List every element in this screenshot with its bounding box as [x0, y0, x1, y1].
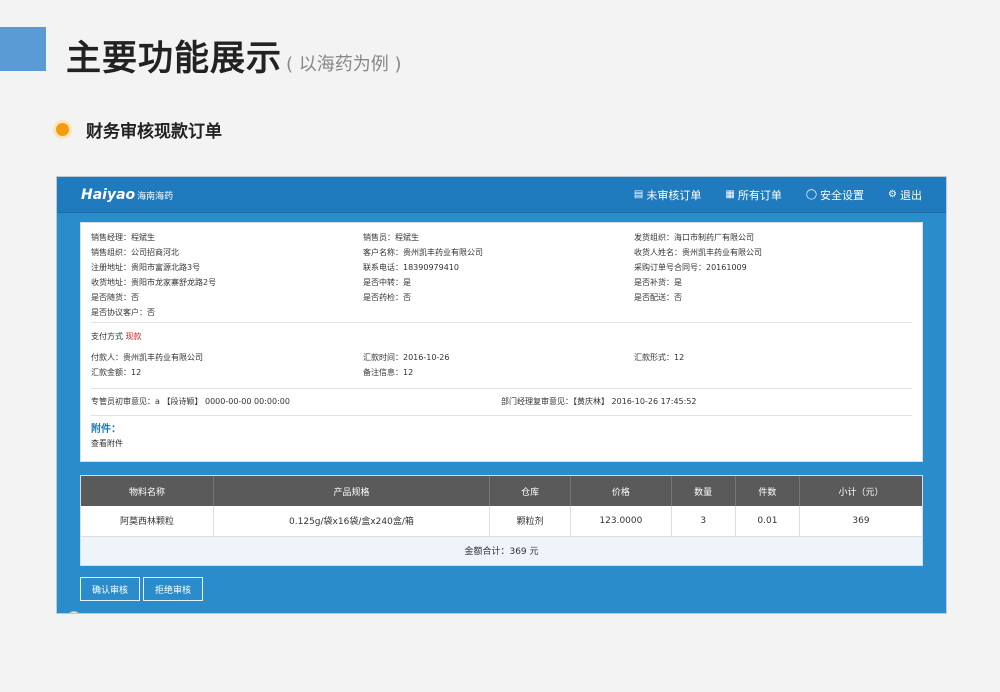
logo-text-en: Haiyao: [81, 186, 136, 203]
info-delivery: 是否配送：否: [634, 293, 682, 302]
info-agreement-customer: 是否协议客户：否: [91, 308, 155, 317]
shield-icon: ◯: [805, 189, 818, 200]
reject-button[interactable]: 拒绝审核: [143, 577, 204, 601]
cell-warehouse: 颗粒剂: [489, 506, 572, 536]
payment-value: 现款: [125, 332, 142, 341]
col-header-quantity: 数量: [671, 476, 736, 506]
haiyao-logo[interactable]: Haiyao 海南海药: [81, 187, 173, 203]
info-column-1: 销售经理：程斌生 销售组织：公司招商河北 注册地址：贵阳市富源北路3号 收货地址…: [91, 230, 216, 320]
slide-title-text: 主要功能展示: [66, 39, 283, 79]
info-ship-address: 收货地址：贵阳市龙家寨舒龙路2号: [91, 278, 217, 287]
slide-title: 主要功能展示( 以海药为例 ): [66, 30, 402, 81]
payment-col-1: 付款人：贵州凯丰药业有限公司 汇款金额：12: [91, 350, 203, 380]
payment-col-2: 汇款时间：2016-10-26 备注信息：12: [363, 350, 450, 380]
nav-label: 安全设置: [820, 188, 865, 202]
col-header-warehouse: 仓库: [489, 476, 572, 506]
section-heading: 财务审核现款订单: [56, 117, 222, 142]
payment-label: 支付方式: [91, 332, 123, 341]
info-sales-manager: 销售经理：程斌生: [91, 233, 155, 242]
info-with-goods: 是否随货：否: [91, 293, 139, 302]
view-attachment-link[interactable]: 查看附件: [91, 438, 912, 449]
nav-label: 退出: [900, 188, 922, 202]
order-items-table: 物料名称 产品规格 仓库 价格 数量 件数 小计（元） 阿莫西林颗粒 0.125…: [80, 475, 923, 566]
nav-unreviewed-orders[interactable]: ▤ 未审核订单: [634, 187, 701, 203]
info-column-3: 发货组织：海口市制药厂有限公司 收货人姓名：贵州凯丰药业有限公司 采购订单号合同…: [634, 230, 762, 305]
col-header-pieces: 件数: [735, 476, 801, 506]
table-row: 阿莫西林颗粒 0.125g/袋x16袋/盒x240盒/箱 颗粒剂 123.000…: [81, 506, 922, 536]
divider: [91, 415, 912, 416]
info-salesperson: 销售员：程斌生: [363, 233, 419, 242]
scroll-indicator[interactable]: [67, 611, 81, 613]
total-amount: 金额合计：369 元: [81, 535, 922, 565]
order-info-card: 销售经理：程斌生 销售组织：公司招商河北 注册地址：贵阳市富源北路3号 收货地址…: [80, 222, 923, 462]
table-total-row: 金额合计：369 元: [81, 535, 922, 565]
payment-method: 支付方式 现款: [91, 329, 912, 344]
table-header-row: 物料名称 产品规格 仓库 价格 数量 件数 小计（元）: [81, 476, 922, 506]
order-info-grid: 销售经理：程斌生 销售组织：公司招商河北 注册地址：贵阳市富源北路3号 收货地址…: [91, 230, 912, 318]
info-sales-org: 销售组织：公司招商河北: [91, 248, 179, 257]
col-header-price: 价格: [570, 476, 672, 506]
section-title: 财务审核现款订单: [86, 122, 222, 142]
info-drug-test: 是否药检：否: [363, 293, 411, 302]
nav-security-settings[interactable]: ◯ 安全设置: [806, 187, 864, 203]
cell-subtotal: 369: [852, 515, 870, 526]
nav-menu: ▤ 未审核订单 ▦ 所有订单 ◯ 安全设置 ⚙ 退出: [610, 187, 922, 203]
logo-text-cn: 海南海药: [137, 191, 174, 202]
info-transit: 是否中转：是: [363, 278, 411, 287]
review-actions: 确认审核 拒绝审核: [80, 577, 206, 601]
app-navbar: Haiyao 海南海药 ▤ 未审核订单 ▦ 所有订单 ◯ 安全设置 ⚙ 退出: [57, 177, 946, 213]
info-customer-name: 客户名称：贵州凯丰药业有限公司: [363, 248, 483, 257]
payment-col-3: 汇款形式：12: [634, 350, 684, 365]
info-reg-address: 注册地址：贵阳市富源北路3号: [91, 263, 201, 272]
info-phone: 联系电话：18390979410: [363, 263, 459, 272]
orders-icon: ▦: [725, 189, 735, 200]
app-screenshot: Haiyao 海南海药 ▤ 未审核订单 ▦ 所有订单 ◯ 安全设置 ⚙ 退出 销…: [56, 176, 947, 614]
col-header-subtotal: 小计（元）: [799, 476, 922, 506]
info-remit-form: 汇款形式：12: [634, 353, 685, 362]
document-icon: ▤: [633, 189, 644, 200]
info-remit-time: 汇款时间：2016-10-26: [363, 353, 450, 362]
review-opinions: 专管员初审意见：a 【段诗颖】 0000-00-00 00:00:00 部门经理…: [91, 393, 912, 411]
cell-material: 阿莫西林颗粒: [81, 506, 214, 536]
info-payer: 付款人：贵州凯丰药业有限公司: [91, 353, 203, 362]
info-po-number: 采购订单号合同号：20161009: [634, 263, 747, 272]
bullet-icon: [56, 123, 69, 136]
nav-all-orders[interactable]: ▦ 所有订单: [725, 187, 781, 203]
divider: [91, 388, 912, 389]
divider: [91, 322, 912, 323]
cell-quantity: 3: [671, 506, 736, 536]
info-remit-amount: 汇款金额：12: [91, 368, 142, 377]
info-receiver: 收货人姓名：贵州凯丰药业有限公司: [634, 248, 762, 257]
first-review-opinion: 专管员初审意见：a 【段诗颖】 0000-00-00 00:00:00: [91, 397, 290, 406]
power-icon: ⚙: [888, 189, 897, 200]
approve-button[interactable]: 确认审核: [80, 577, 141, 601]
col-header-material: 物料名称: [81, 476, 214, 506]
nav-logout[interactable]: ⚙ 退出: [888, 187, 922, 203]
nav-label: 所有订单: [737, 188, 782, 202]
info-restock: 是否补货：是: [634, 278, 682, 287]
slide-subtitle: ( 以海药为例 ): [286, 54, 402, 75]
attachment-title: 附件：: [91, 424, 121, 435]
info-remark: 备注信息：12: [363, 368, 414, 377]
cell-price: 123.0000: [570, 506, 672, 536]
cell-spec: 0.125g/袋x16袋/盒x240盒/箱: [213, 506, 490, 536]
second-review-opinion: 部门经理复审意见：【黄庆林】 2016-10-26 17:45:52: [501, 397, 697, 406]
info-column-2: 销售员：程斌生 客户名称：贵州凯丰药业有限公司 联系电话：18390979410…: [363, 230, 483, 305]
col-header-spec: 产品规格: [213, 476, 490, 506]
cell-pieces: 0.01: [735, 506, 801, 536]
nav-label: 未审核订单: [646, 188, 702, 202]
info-ship-org: 发货组织：海口市制药厂有限公司: [634, 233, 754, 242]
title-accent-block: [0, 27, 46, 71]
payment-details: 付款人：贵州凯丰药业有限公司 汇款金额：12 汇款时间：2016-10-26 备…: [91, 350, 912, 384]
